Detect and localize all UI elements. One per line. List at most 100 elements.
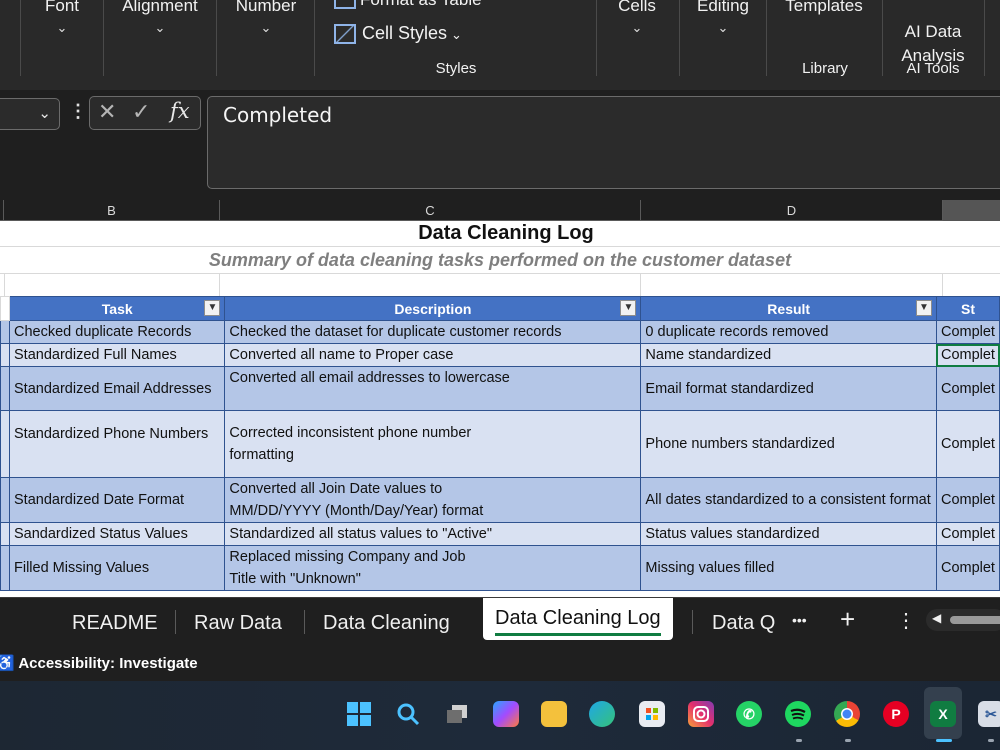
header-description-label: Description xyxy=(394,300,472,317)
search-icon[interactable] xyxy=(395,701,421,727)
task-cell[interactable]: Checked duplicate Records xyxy=(8,320,226,344)
result-cell[interactable]: Email format standardized xyxy=(640,366,937,411)
spotify-icon[interactable] xyxy=(785,701,811,727)
row-edge-cell[interactable] xyxy=(0,320,10,344)
worksheet-grid[interactable]: Data Cleaning Log Summary of data cleani… xyxy=(0,221,1000,597)
chevron-down-icon[interactable]: ⌄ xyxy=(38,104,51,122)
result-cell[interactable]: Name standardized xyxy=(640,343,937,367)
pinterest-icon[interactable]: P xyxy=(883,701,909,727)
format-as-table-button[interactable]: Format as Table xyxy=(334,0,482,10)
row-edge-cell[interactable] xyxy=(0,343,10,367)
task-cell[interactable]: Standardized Full Names xyxy=(8,343,226,367)
horizontal-scrollbar[interactable]: ◀ xyxy=(926,609,1000,631)
add-sheet-button[interactable]: + xyxy=(840,604,855,635)
result-cell[interactable]: Missing values filled xyxy=(640,545,937,591)
description-cell[interactable]: Checked the dataset for duplicate custom… xyxy=(224,320,642,344)
whatsapp-icon[interactable]: ✆ xyxy=(736,701,762,727)
result-cell[interactable]: 0 duplicate records removed xyxy=(640,320,937,344)
filter-dropdown-icon[interactable]: ▼ xyxy=(915,300,932,316)
description-cell[interactable]: Replaced missing Company and Job Title w… xyxy=(224,545,642,591)
table-row: Standardized Date Format Converted all J… xyxy=(0,477,1000,523)
tab-data-q[interactable]: Data Q xyxy=(712,606,775,640)
formula-input[interactable]: Completed xyxy=(207,96,1000,189)
description-cell[interactable]: Converted all email addresses to lowerca… xyxy=(224,366,642,411)
status-cell[interactable]: Complet xyxy=(935,366,1000,411)
filter-dropdown-icon[interactable]: ▼ xyxy=(204,300,221,316)
header-status[interactable]: St xyxy=(935,296,1000,321)
task-cell[interactable]: Standardized Date Format xyxy=(8,477,226,523)
header-task[interactable]: Task ▼ xyxy=(8,296,226,321)
font-group-button[interactable]: Font ⌄ xyxy=(40,0,84,36)
windows-start-icon[interactable] xyxy=(346,701,372,727)
scrollbar-thumb[interactable] xyxy=(950,616,1000,624)
task-cell[interactable]: Standardized Phone Numbers xyxy=(8,410,226,478)
alignment-group-button[interactable]: Alignment ⌄ xyxy=(115,0,205,36)
cells-group-button[interactable]: Cells ⌄ xyxy=(612,0,662,36)
status-cell[interactable]: Complet xyxy=(935,477,1000,523)
cancel-icon[interactable]: ✕ xyxy=(98,99,116,125)
file-explorer-icon[interactable] xyxy=(541,701,567,727)
column-header-c[interactable]: C xyxy=(220,200,641,221)
name-box[interactable]: ⌄ xyxy=(0,98,60,130)
number-group-button[interactable]: Number ⌄ xyxy=(230,0,302,36)
tab-readme[interactable]: README xyxy=(72,606,158,640)
tab-raw-data[interactable]: Raw Data xyxy=(194,606,282,640)
copilot-icon[interactable] xyxy=(493,701,519,727)
result-cell[interactable]: Status values standardized xyxy=(640,522,937,546)
styles-group-label: Styles xyxy=(435,60,477,77)
row-edge-cell[interactable] xyxy=(0,366,10,411)
tab-data-cleaning-log[interactable]: Data Cleaning Log xyxy=(483,598,673,640)
instagram-icon[interactable] xyxy=(688,701,714,727)
result-cell[interactable]: All dates standardized to a consistent f… xyxy=(640,477,937,523)
insert-function-button[interactable]: fx xyxy=(170,99,190,123)
header-result[interactable]: Result ▼ xyxy=(640,296,937,321)
description-cell[interactable]: Corrected inconsistent phone number form… xyxy=(224,410,642,478)
row-edge-cell[interactable] xyxy=(0,522,10,546)
editing-group-button[interactable]: Editing ⌄ xyxy=(692,0,754,36)
filter-dropdown-icon[interactable]: ▼ xyxy=(620,300,637,316)
row-edge-cell[interactable] xyxy=(0,545,10,591)
task-cell[interactable]: Standardized Email Addresses xyxy=(8,366,226,411)
edge-icon[interactable] xyxy=(589,701,615,727)
table-row: Standardized Phone Numbers Corrected inc… xyxy=(0,410,1000,478)
cell-styles-button[interactable]: Cell Styles ⌄ xyxy=(334,23,462,45)
more-options-icon[interactable]: ⋮ xyxy=(69,101,87,122)
library-group-label: Library xyxy=(802,60,848,77)
status-cell[interactable]: Complet xyxy=(935,320,1000,344)
more-sheets-icon[interactable]: ••• xyxy=(792,612,807,628)
chevron-down-icon: ⌄ xyxy=(717,20,729,35)
sheet-menu-icon[interactable]: ⋮ xyxy=(896,608,916,633)
description-cell[interactable]: Converted all Join Date values to MM/DD/… xyxy=(224,477,642,523)
column-header-d[interactable]: D xyxy=(641,200,943,221)
status-cell-selected[interactable]: Complet xyxy=(935,343,1000,367)
ai-data-analysis-button[interactable]: AI Data Analysis xyxy=(890,0,976,68)
templates-button[interactable]: Templates xyxy=(778,0,870,16)
description-cell[interactable]: Standardized all status values to "Activ… xyxy=(224,522,642,546)
microsoft-store-icon[interactable] xyxy=(639,701,665,727)
formula-bar: ⌄ ⋮ ✕ ✓ fx Completed xyxy=(0,90,1000,200)
header-description[interactable]: Description ▼ xyxy=(224,296,642,321)
status-cell[interactable]: Complet xyxy=(935,522,1000,546)
gridline xyxy=(640,273,641,296)
tab-data-cleaning[interactable]: Data Cleaning xyxy=(323,606,450,640)
chrome-icon[interactable] xyxy=(834,701,860,727)
result-cell[interactable]: Phone numbers standardized xyxy=(640,410,937,478)
status-cell[interactable]: Complet xyxy=(935,410,1000,478)
status-cell[interactable]: Complet xyxy=(935,545,1000,591)
accessibility-label: Accessibility: Investigate xyxy=(18,655,198,672)
task-cell[interactable]: Filled Missing Values xyxy=(8,545,226,591)
chevron-down-icon: ⌄ xyxy=(631,20,643,35)
description-cell[interactable]: Converted all name to Proper case xyxy=(224,343,642,367)
tab-divider xyxy=(175,610,176,634)
excel-icon[interactable]: X xyxy=(930,701,956,727)
row-edge-cell[interactable] xyxy=(0,477,10,523)
scroll-left-icon[interactable]: ◀ xyxy=(932,611,941,625)
row-edge-cell[interactable] xyxy=(0,410,10,478)
enter-icon[interactable]: ✓ xyxy=(132,99,150,125)
column-header-e-selected[interactable] xyxy=(943,200,1000,221)
accessibility-status[interactable]: ♿ Accessibility: Investigate xyxy=(0,654,198,672)
task-cell[interactable]: Sandardized Status Values xyxy=(8,522,226,546)
task-view-icon[interactable] xyxy=(444,701,470,727)
snipping-tool-icon[interactable]: ✂ xyxy=(978,701,1000,727)
column-header-b[interactable]: B xyxy=(4,200,220,221)
